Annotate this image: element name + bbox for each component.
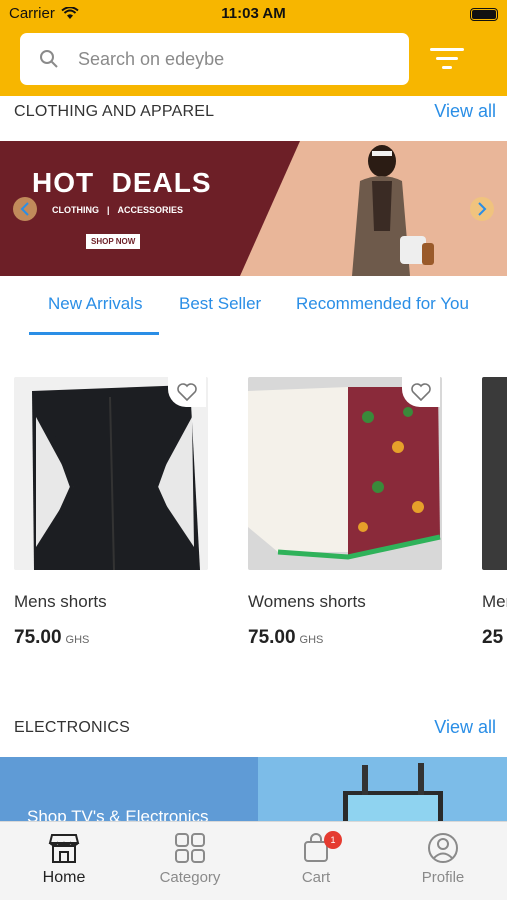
price-value: 75.00 [248, 627, 296, 648]
tab-best-seller[interactable]: Best Seller [179, 294, 261, 314]
nav-cart[interactable]: 1 Cart [266, 830, 366, 886]
banner-tag: CLOTHING [52, 205, 99, 215]
product-name: Mer [482, 592, 507, 611]
product-card[interactable]: Mer 25 [482, 377, 507, 677]
bottom-nav: Home Category 1 Cart Profile [0, 821, 507, 900]
user-icon [393, 830, 493, 866]
price-value: 75.00 [14, 627, 62, 648]
nav-label: Home [42, 869, 86, 886]
product-tabs: New Arrivals Best Seller Recommended for… [0, 286, 507, 336]
price-value: 25 [482, 627, 504, 648]
nav-home[interactable]: Home [14, 830, 114, 887]
wishlist-button[interactable] [168, 377, 206, 407]
battery-icon [470, 8, 498, 21]
nav-profile[interactable]: Profile [393, 830, 493, 886]
tab-new-arrivals[interactable]: New Arrivals [48, 294, 142, 314]
chevron-left-icon [20, 202, 29, 216]
heart-icon [177, 383, 197, 401]
banner-panel [258, 757, 507, 823]
product-name: Womens shorts [248, 592, 366, 611]
product-price: 75.00 GHS [14, 627, 89, 649]
banner-tag: ACCESSORIES [117, 205, 184, 215]
shop-now-button[interactable]: SHOP NOW [86, 234, 141, 249]
heart-icon [411, 383, 431, 401]
electronics-section-header: ELECTRONICS View all [0, 714, 507, 744]
chevron-right-icon [478, 202, 487, 216]
store-icon [14, 830, 114, 866]
banner-next-button[interactable] [470, 197, 494, 221]
wishlist-button[interactable] [402, 377, 440, 407]
banner-prev-button[interactable] [13, 197, 37, 221]
product-card[interactable]: Womens shorts 75.00 GHS [248, 377, 442, 648]
model-photo [352, 145, 434, 276]
section-title: CLOTHING AND APPAREL [14, 103, 215, 120]
banner-tags: CLOTHING | ACCESSORIES [52, 205, 183, 215]
status-bar: Carrier 11:03 AM [0, 0, 507, 28]
grid-icon [140, 830, 240, 866]
clock: 11:03 AM [221, 5, 286, 22]
banner-tag-divider: | [107, 205, 110, 215]
clothing-section-header: CLOTHING AND APPAREL View all [0, 98, 507, 128]
product-image [14, 377, 208, 570]
price-currency: GHS [65, 634, 90, 646]
product-image [482, 377, 507, 570]
product-price: 75.00 GHS [248, 627, 323, 649]
electronics-banner[interactable]: Shop TV's & Electronics [0, 757, 507, 823]
tab-recommended[interactable]: Recommended for You [296, 294, 469, 314]
product-card[interactable]: Mens shorts 75.00 GHS [14, 377, 208, 648]
search-bar[interactable]: Search on edeybe [20, 33, 409, 85]
nav-label: Profile [421, 869, 465, 886]
view-all-link[interactable]: View all [434, 101, 496, 122]
nav-label: Cart [301, 869, 331, 886]
nav-category[interactable]: Category [140, 830, 240, 886]
cart-icon: 1 [266, 830, 366, 866]
search-input[interactable]: Search on edeybe [78, 49, 224, 70]
view-all-link[interactable]: View all [434, 717, 496, 738]
app-header: Carrier 11:03 AM Search on edeybe [0, 0, 507, 96]
banner-headline: HOT DEALS [32, 167, 212, 198]
hot-deals-banner[interactable]: HOT DEALS CLOTHING | ACCESSORIES SHOP NO… [0, 141, 507, 276]
filter-icon[interactable] [430, 44, 464, 74]
section-title: ELECTRONICS [14, 719, 130, 736]
product-price: 25 [482, 627, 503, 649]
nav-label: Category [159, 869, 221, 886]
product-image [248, 377, 442, 570]
product-name: Mens shorts [14, 592, 107, 611]
active-tab-indicator [29, 332, 159, 335]
search-icon [20, 49, 78, 69]
price-currency: GHS [299, 634, 324, 646]
cart-badge: 1 [324, 831, 342, 849]
